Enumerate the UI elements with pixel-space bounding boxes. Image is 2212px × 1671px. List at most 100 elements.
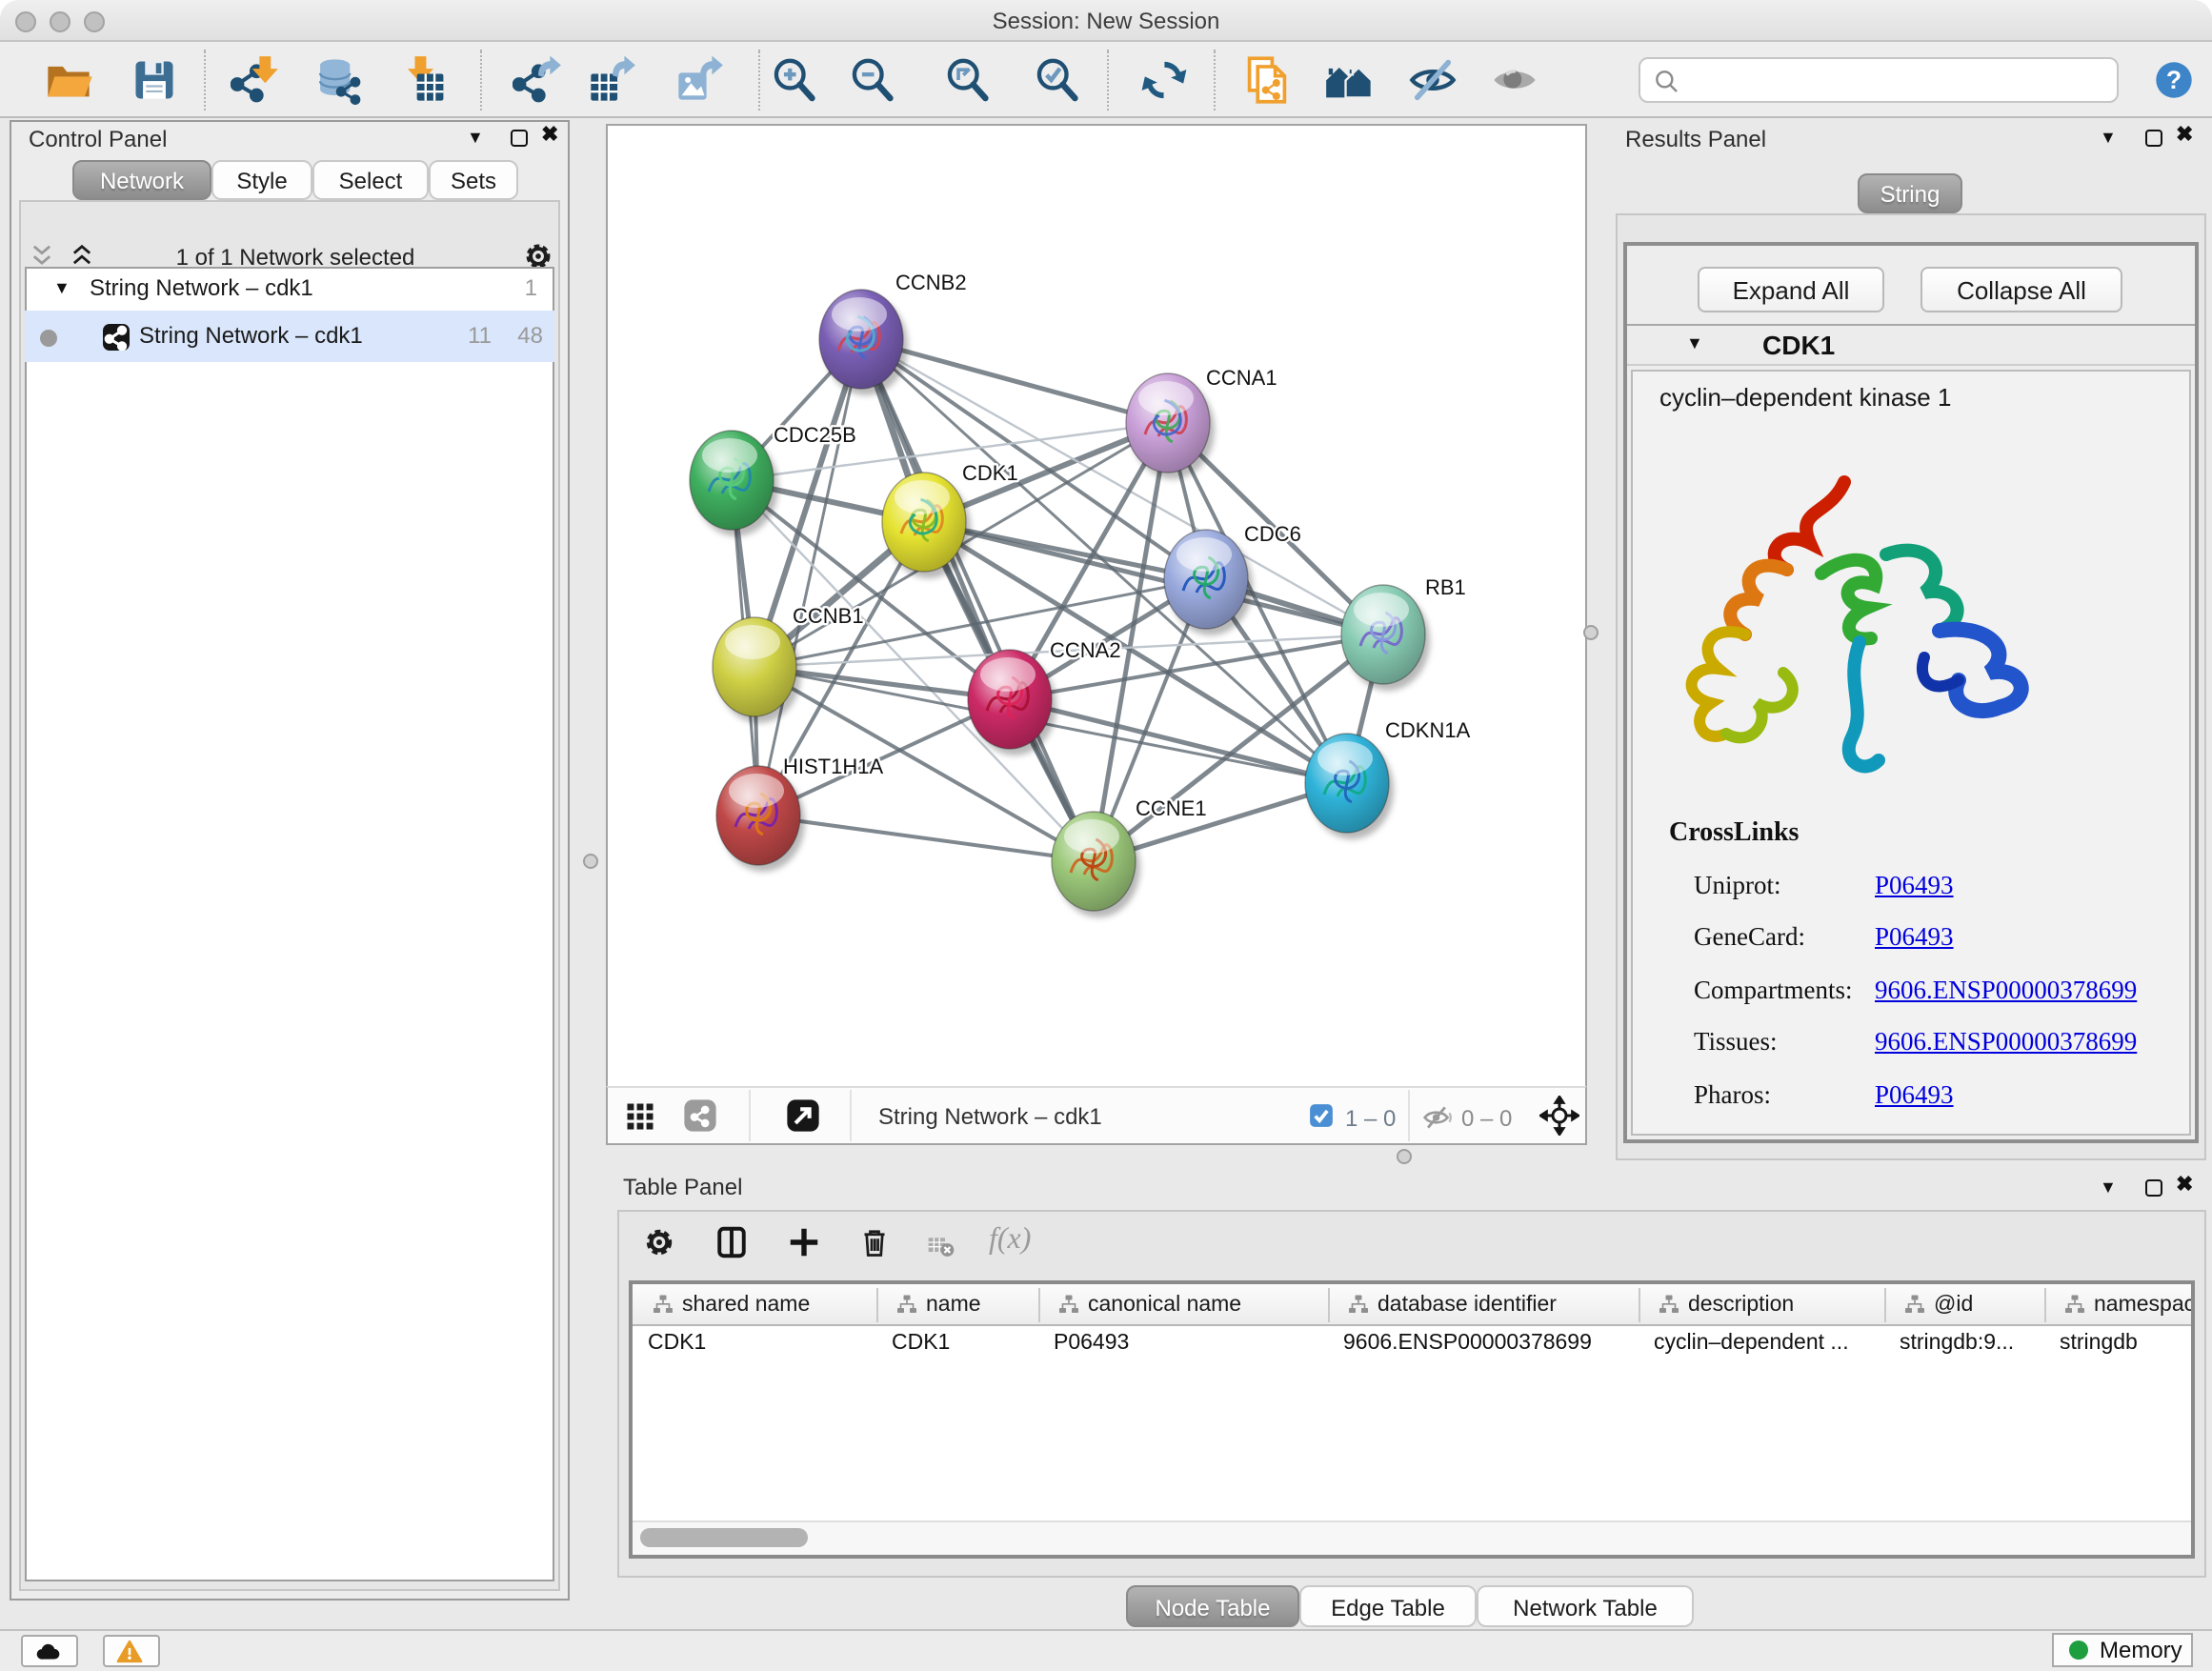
hide-selected-button[interactable]: [1406, 53, 1459, 107]
control-panel-float-icon[interactable]: ▼: [467, 128, 484, 147]
node-CDKN1A[interactable]: [1305, 734, 1394, 839]
network-edge-HIST1H1A-CCNE1[interactable]: [758, 815, 1094, 861]
node-RB1[interactable]: [1341, 585, 1430, 691]
column-header-name[interactable]: name: [876, 1284, 1038, 1326]
node-CCNB1[interactable]: [713, 617, 801, 723]
network-graph[interactable]: CCNB2CCNA1CDC25BCDK1CDC6RB1CCNB1CCNA2CDK…: [608, 126, 1585, 1084]
left-splitter-handle[interactable]: [583, 854, 598, 869]
column-header-namespace[interactable]: namespace: [2044, 1284, 2191, 1326]
bottom-splitter-handle[interactable]: [1397, 1149, 1412, 1164]
column-header-canonical-name[interactable]: canonical name: [1038, 1284, 1328, 1326]
network-edge-CCNB2-CCNE1[interactable]: [861, 339, 1094, 861]
collection-expand-icon[interactable]: ▼: [53, 267, 70, 311]
open-folder-button[interactable]: [42, 53, 95, 107]
column-divider[interactable]: [1884, 1288, 1886, 1322]
save-session-button[interactable]: [128, 53, 181, 107]
column-divider[interactable]: [2044, 1288, 2046, 1322]
expand-all-button[interactable]: Expand All: [1698, 267, 1884, 312]
table-cell[interactable]: P06493: [1054, 1332, 1324, 1366]
collapse-all-networks-icon[interactable]: [29, 242, 55, 269]
network-edge-CCNB2-HIST1H1A[interactable]: [758, 339, 861, 815]
network-row-selected[interactable]: String Network – cdk1 11 48: [25, 311, 554, 362]
table-cell[interactable]: CDK1: [892, 1332, 1035, 1366]
node-CCNE1[interactable]: [1052, 812, 1140, 917]
column-header-database-identifier[interactable]: database identifier: [1328, 1284, 1639, 1326]
table-cell[interactable]: stringdb: [2060, 1332, 2187, 1366]
column-header-shared-name[interactable]: shared name: [633, 1284, 876, 1326]
selected-checkbox-icon[interactable]: [1307, 1101, 1336, 1130]
table-gear-icon[interactable]: [642, 1225, 676, 1259]
column-divider[interactable]: [1639, 1288, 1640, 1322]
column-header--id[interactable]: @id: [1884, 1284, 2044, 1326]
memory-button[interactable]: Memory: [2052, 1633, 2193, 1667]
add-column-icon[interactable]: [787, 1225, 821, 1259]
table-cell[interactable]: stringdb:9...: [1900, 1332, 2041, 1366]
network-edge-CDK1-RB1[interactable]: [924, 522, 1383, 634]
node-CCNB2[interactable]: [819, 290, 908, 395]
node-CDK1[interactable]: [882, 473, 971, 578]
crosslink-link[interactable]: 9606.ENSP00000378699: [1875, 976, 2137, 1006]
delete-column-icon[interactable]: [857, 1225, 892, 1259]
export-network-button[interactable]: [511, 53, 564, 107]
crosslink-link[interactable]: P06493: [1875, 1079, 1954, 1110]
table-panel-close-icon[interactable]: ✖: [2176, 1172, 2193, 1197]
crosslink-link[interactable]: P06493: [1875, 871, 1954, 901]
import-table-button[interactable]: [394, 53, 448, 107]
results-panel-close-icon[interactable]: ✖: [2176, 122, 2193, 147]
node-CCNA1[interactable]: [1126, 373, 1215, 479]
export-table-button[interactable]: [585, 53, 638, 107]
zoom-selected-button[interactable]: [1031, 53, 1084, 107]
tab-style[interactable]: Style: [211, 160, 312, 200]
search-input[interactable]: [1690, 63, 2113, 101]
grid-view-icon[interactable]: [623, 1099, 657, 1134]
collapse-all-button[interactable]: Collapse All: [1920, 267, 2122, 312]
node-CCNA2[interactable]: [968, 650, 1056, 755]
network-collection-row[interactable]: ▼ String Network – cdk1 1: [25, 267, 554, 311]
tab-network[interactable]: Network: [72, 160, 211, 200]
tab-string[interactable]: String: [1858, 173, 1962, 213]
crosslink-link[interactable]: 9606.ENSP00000378699: [1875, 1027, 2137, 1057]
clone-network-button[interactable]: [1240, 53, 1294, 107]
control-panel-close-icon[interactable]: ✖: [541, 122, 558, 147]
move-crosshair-icon[interactable]: [1539, 1096, 1579, 1136]
table-panel-maximize-icon[interactable]: [2145, 1179, 2162, 1197]
help-button[interactable]: ?: [2153, 59, 2195, 101]
results-panel-float-icon[interactable]: ▼: [2100, 128, 2117, 147]
gene-section-header[interactable]: [1627, 324, 2195, 366]
zoom-out-button[interactable]: [846, 53, 899, 107]
open-in-window-icon[interactable]: [785, 1097, 821, 1134]
column-header-description[interactable]: description: [1639, 1284, 1884, 1326]
hidden-eye-icon[interactable]: [1421, 1101, 1454, 1134]
tab-node-table[interactable]: Node Table: [1126, 1585, 1299, 1627]
neighbors-button[interactable]: [1322, 53, 1376, 107]
tab-edge-table[interactable]: Edge Table: [1299, 1585, 1477, 1627]
node-HIST1H1A[interactable]: [716, 766, 805, 872]
table-hscrollbar-thumb[interactable]: [640, 1528, 808, 1547]
column-divider[interactable]: [876, 1288, 878, 1322]
right-splitter-handle[interactable]: [1583, 625, 1599, 640]
tab-sets[interactable]: Sets: [429, 160, 518, 200]
table-cell[interactable]: 9606.ENSP00000378699: [1343, 1332, 1635, 1366]
tab-network-table[interactable]: Network Table: [1477, 1585, 1694, 1627]
import-database-button[interactable]: [312, 53, 366, 107]
cloud-status-button[interactable]: [21, 1635, 78, 1667]
zoom-fit-button[interactable]: [941, 53, 995, 107]
expand-all-networks-icon[interactable]: [69, 242, 95, 269]
table-cell[interactable]: cyclin–dependent ...: [1654, 1332, 1880, 1366]
tab-select[interactable]: Select: [312, 160, 429, 200]
node-CDC6[interactable]: [1164, 530, 1253, 635]
table-cell[interactable]: CDK1: [648, 1332, 873, 1366]
table-panel-float-icon[interactable]: ▼: [2100, 1178, 2117, 1197]
crosslink-link[interactable]: P06493: [1875, 923, 1954, 954]
table-hscrollbar-track[interactable]: [633, 1520, 2191, 1555]
warning-status-button[interactable]: [103, 1635, 160, 1667]
import-network-button[interactable]: [229, 53, 282, 107]
export-image-button[interactable]: [673, 53, 726, 107]
control-panel-maximize-icon[interactable]: [511, 130, 528, 147]
column-divider[interactable]: [1328, 1288, 1330, 1322]
gene-collapse-icon[interactable]: ▼: [1686, 333, 1703, 352]
column-divider[interactable]: [1038, 1288, 1040, 1322]
results-panel-maximize-icon[interactable]: [2145, 130, 2162, 147]
show-all-button[interactable]: [1488, 53, 1541, 107]
network-share-view-icon[interactable]: [682, 1097, 718, 1134]
